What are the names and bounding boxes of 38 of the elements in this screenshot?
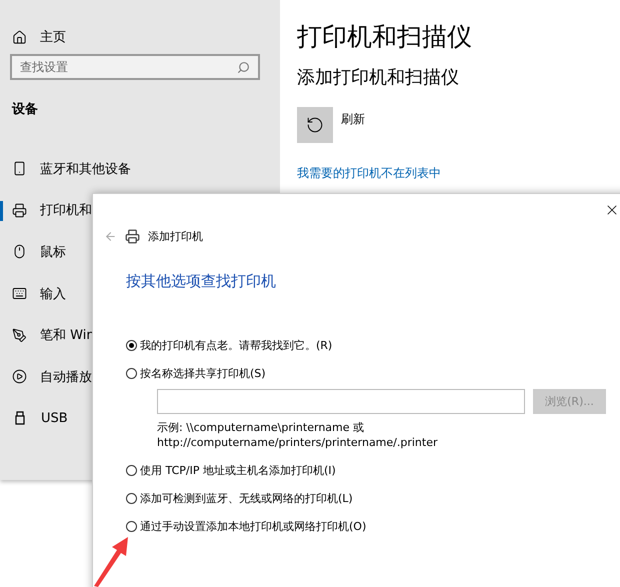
option-label[interactable]: 按名称选择共享打印机(S) — [140, 366, 266, 380]
keyboard-icon — [12, 286, 27, 302]
section-title: 设备 — [12, 101, 39, 118]
option-label[interactable]: 添加可检测到蓝牙、无线或网络的打印机(L) — [140, 490, 353, 506]
search-field[interactable]: 查找设置 — [10, 54, 260, 80]
sidebar-item[interactable]: 自动播放 — [40, 368, 92, 386]
home-link[interactable]: 主页 — [40, 28, 66, 46]
radio-button[interactable] — [126, 340, 137, 350]
sidebar-item[interactable]: 鼠标 — [40, 242, 66, 261]
radio-button[interactable] — [126, 368, 137, 378]
phone-icon — [12, 161, 27, 176]
radio-button[interactable] — [126, 492, 137, 504]
option-label[interactable]: 我的打印机有点老。请帮我找到它。(R) — [140, 338, 332, 352]
sidebar-item[interactable]: USB — [41, 410, 68, 426]
mouse-icon — [12, 244, 27, 260]
printer-icon — [125, 228, 140, 244]
printer-name-field[interactable] — [157, 389, 525, 414]
sidebar-item[interactable]: 输入 — [40, 284, 66, 303]
printer-icon — [12, 202, 27, 218]
refresh-label: 刷新 — [341, 111, 365, 128]
dialog-heading: 按其他选项查找打印机 — [126, 272, 277, 291]
pen-icon — [12, 328, 27, 343]
printer-not-listed-link[interactable]: 我需要的打印机不在列表中 — [297, 165, 441, 182]
home-icon — [12, 30, 27, 44]
example-hint: 示例: \\computername\printername 或 http://computername/printers/printername/.printer — [157, 420, 439, 450]
refresh-button[interactable] — [297, 107, 333, 143]
option-label[interactable]: 使用 TCP/IP 地址或主机名添加打印机(I) — [140, 462, 336, 478]
dialog-title: 添加打印机 — [148, 228, 203, 244]
play-icon — [12, 369, 27, 384]
radio-button[interactable] — [126, 520, 137, 532]
search-icon — [237, 60, 250, 74]
refresh-icon — [306, 116, 324, 134]
section-heading: 添加打印机和扫描仪 — [297, 66, 460, 89]
sidebar-item[interactable]: 蓝牙和其他设备 — [40, 160, 131, 178]
sidebar-item[interactable]: 打印机和 — [40, 201, 92, 220]
page-title: 打印机和扫描仪 — [297, 21, 473, 53]
option-label[interactable]: 通过手动设置添加本地打印机或网络打印机(O) — [140, 518, 366, 534]
radio-button[interactable] — [126, 464, 137, 476]
